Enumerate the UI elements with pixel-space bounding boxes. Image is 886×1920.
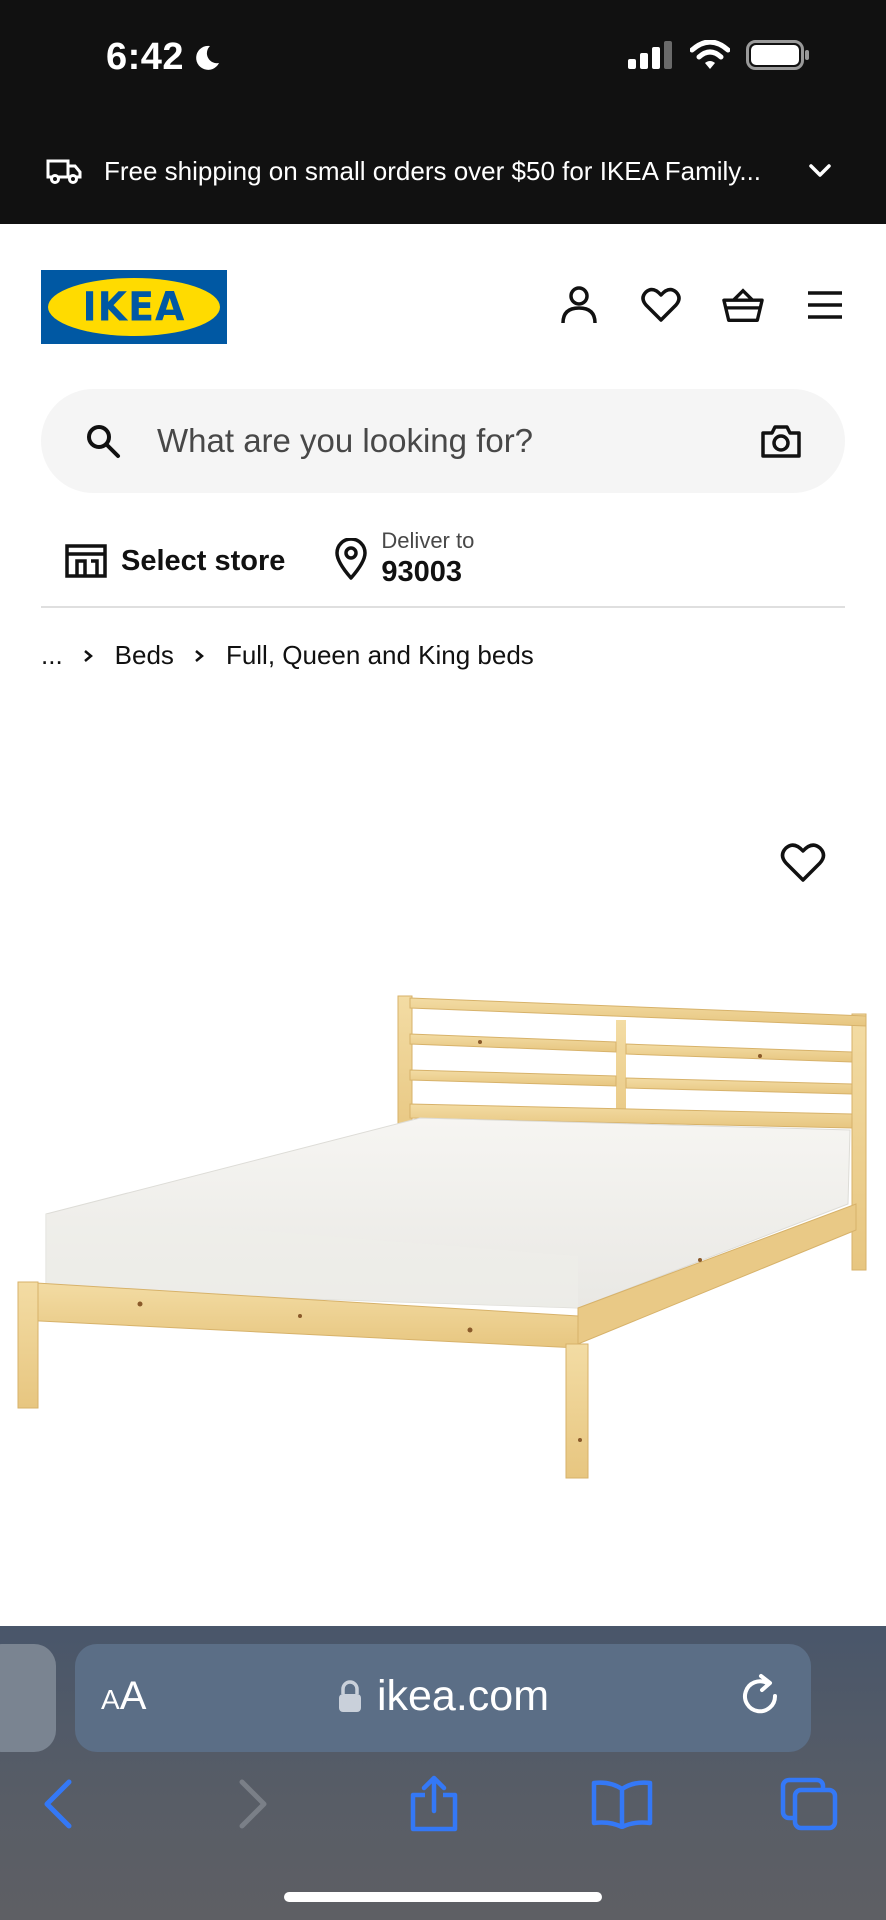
deliver-zip[interactable]: 93003	[381, 556, 474, 589]
chevron-down-icon[interactable]	[800, 151, 840, 191]
logo-ellipse: IKEA	[48, 278, 220, 336]
tabs-icon[interactable]	[777, 1772, 841, 1836]
battery-icon	[746, 40, 809, 70]
breadcrumb-full-queen-king-beds[interactable]: Full, Queen and King beds	[226, 640, 534, 671]
status-time: 6:42	[106, 36, 185, 78]
status-bar: 6:42	[0, 0, 886, 118]
ikea-logo[interactable]: IKEA	[41, 270, 227, 344]
breadcrumb-beds[interactable]: Beds	[115, 640, 174, 671]
reload-icon[interactable]	[737, 1672, 785, 1724]
moon-icon	[196, 45, 220, 70]
logo-text: IKEA	[82, 283, 186, 331]
deliver-to-button[interactable]: Deliver to 93003	[335, 528, 474, 589]
share-icon[interactable]	[402, 1772, 466, 1836]
status-time-group: 6:42	[106, 36, 222, 79]
heart-icon[interactable]	[640, 284, 682, 326]
search-bar[interactable]	[41, 389, 845, 493]
delivery-truck-icon	[46, 159, 82, 184]
header-icons	[558, 284, 846, 326]
promo-text[interactable]: Free shipping on small orders over $50 f…	[104, 156, 800, 187]
breadcrumb-ellipsis[interactable]: ...	[41, 640, 63, 671]
heart-icon[interactable]	[780, 842, 826, 884]
select-store-label[interactable]: Select store	[121, 545, 285, 578]
store-icon	[65, 544, 107, 578]
search-input[interactable]	[157, 422, 761, 460]
breadcrumb: ... Beds Full, Queen and King beds	[41, 640, 534, 671]
chevron-right-icon	[194, 649, 206, 663]
shopping-basket-icon[interactable]	[722, 284, 764, 326]
url-text[interactable]: ikea.com	[377, 1672, 549, 1721]
select-store-button[interactable]: Select store	[65, 544, 285, 578]
cellular-signal-icon	[628, 41, 672, 69]
back-icon[interactable]	[27, 1772, 91, 1836]
previous-tab-preview[interactable]	[0, 1644, 56, 1752]
forward-icon[interactable]	[220, 1772, 284, 1836]
lock-icon	[338, 1679, 361, 1712]
chevron-right-icon	[83, 649, 95, 663]
status-icons	[628, 40, 810, 70]
deliver-label: Deliver to	[381, 528, 475, 553]
location-pin-icon	[335, 537, 368, 580]
home-indicator	[284, 1892, 602, 1902]
deliver-text: Deliver to 93003	[381, 528, 474, 589]
bookmarks-icon[interactable]	[590, 1772, 654, 1836]
address-bar[interactable]: A A ikea.com	[75, 1644, 811, 1752]
camera-icon[interactable]	[761, 424, 801, 458]
search-icon[interactable]	[85, 423, 121, 459]
promo-banner[interactable]: Free shipping on small orders over $50 f…	[0, 118, 886, 224]
wifi-icon	[690, 40, 730, 69]
account-icon[interactable]	[558, 284, 600, 326]
browser-toolbar: A A ikea.com	[0, 1626, 886, 1920]
browser-nav-row	[0, 1772, 886, 1872]
url-display[interactable]: ikea.com	[75, 1672, 811, 1721]
product-image[interactable]	[0, 960, 886, 1500]
store-delivery-row: Select store Deliver to 93003	[41, 520, 845, 608]
menu-icon[interactable]	[804, 284, 846, 326]
site-header: IKEA	[0, 224, 886, 384]
